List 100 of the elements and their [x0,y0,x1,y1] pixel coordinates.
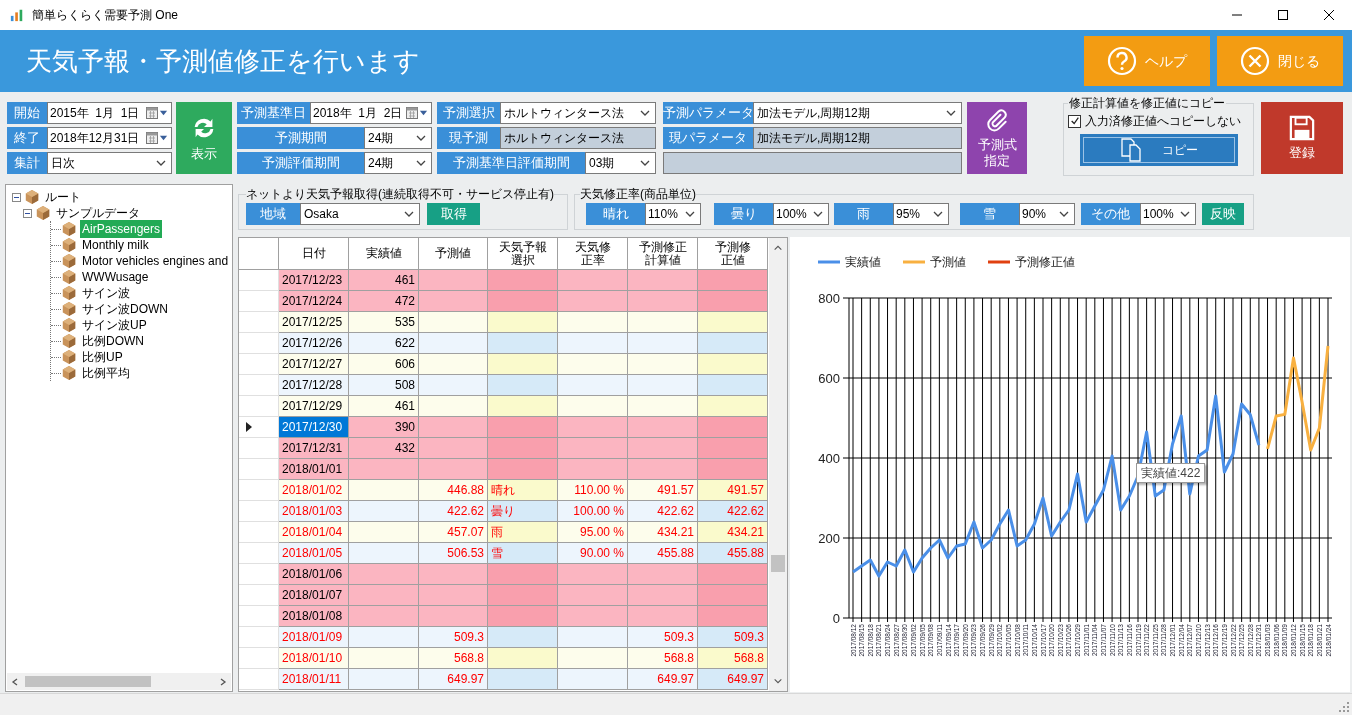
table-cell[interactable]: 2018/01/11 [279,669,349,690]
dropdown[interactable]: 90% [1019,203,1075,225]
field-label: 現パラメータ [663,127,753,149]
tree-item[interactable]: サイン波UP [80,316,149,334]
table-cell[interactable]: 2017/12/28 [279,375,349,396]
table-cell[interactable]: 2017/12/29 [279,396,349,417]
horizontal-scrollbar[interactable] [7,673,231,690]
checkbox-label: 入力済修正値へコピーしない [1085,113,1241,130]
dropdown[interactable]: 日次 [47,152,172,174]
dropdown[interactable]: ホルトウィンタース法 [500,102,656,124]
table-cell: 509.3 [698,627,768,648]
table-cell [628,417,698,438]
tree-item[interactable]: Motor vehicles engines and [80,252,231,270]
scroll-up-icon[interactable] [773,243,783,253]
table-cell[interactable]: 2017/12/23 [279,270,349,291]
scrollbar-thumb[interactable] [771,555,785,572]
table-cell[interactable]: 2018/01/05 [279,543,349,564]
table-cell[interactable]: 2018/01/07 [279,585,349,606]
table-cell [628,564,698,585]
table-cell[interactable]: 2018/01/01 [279,459,349,480]
table-cell [419,564,488,585]
field-label: その他 [1081,203,1140,225]
dropdown[interactable]: 24期 [364,152,432,174]
table-cell[interactable]: 2017/12/25 [279,312,349,333]
legend-label: 予測値 [930,255,966,269]
tree-item[interactable]: サンプルデータ [54,204,142,222]
axis-label: 400 [818,451,840,466]
vertical-scrollbar[interactable] [769,238,787,691]
table-cell [419,354,488,375]
table-cell[interactable]: 2017/12/26 [279,333,349,354]
date-picker[interactable]: 2018年 1月 2日 [310,102,432,124]
table-cell[interactable]: 2018/01/06 [279,564,349,585]
legend-label: 実績値 [845,255,881,269]
table-cell [628,396,698,417]
table-cell [628,312,698,333]
table-cell[interactable]: 2018/01/03 [279,501,349,522]
checkbox[interactable] [1068,114,1081,128]
table-cell: 390 [349,417,419,438]
maximize-icon[interactable] [1278,10,1288,20]
dropdown[interactable]: 100% [773,203,829,225]
scrollbar-thumb[interactable] [25,676,151,687]
table-cell[interactable]: 2017/12/24 [279,291,349,312]
save-button[interactable]: 登録 [1261,102,1343,174]
field-label: 予測期間 [237,127,364,149]
calendar-icon [146,107,158,119]
collapse-icon[interactable] [12,192,21,202]
field-label: 雪 [960,203,1019,225]
column-header[interactable]: 実績値 [365,247,402,260]
dropdown[interactable]: 100% [1140,203,1196,225]
box-icon [61,269,77,285]
table-cell[interactable]: 2017/12/30 [279,417,349,438]
table-cell [698,564,768,585]
resize-grip-icon[interactable] [1338,701,1350,713]
tree-item[interactable]: WWWusage [80,268,151,286]
tree-item[interactable]: サイン波DOWN [80,300,170,318]
tree-item[interactable]: サイン波 [80,284,132,302]
tree-item[interactable]: ルート [43,188,83,206]
table-cell [419,333,488,354]
table-cell: 422.62 [698,501,768,522]
copy-icon [1119,138,1142,162]
column-header[interactable]: 予測修正値 [714,240,751,267]
table-cell[interactable]: 2018/01/10 [279,648,349,669]
table-cell[interactable]: 2018/01/02 [279,480,349,501]
table-cell [558,606,628,627]
table-cell [558,291,628,312]
window-title: 簡単らくらく需要予測 One [32,7,178,24]
field-label: 地域 [246,203,300,225]
date-picker[interactable]: 2015年 1月 1日 [47,102,172,124]
table-cell[interactable]: 2017/12/31 [279,438,349,459]
scroll-down-icon[interactable] [773,676,783,686]
date-picker[interactable]: 2018年12月31日 [47,127,172,149]
column-header[interactable]: 天気予報選択 [498,240,547,267]
tree-item[interactable]: 比例UP [80,348,125,366]
table-cell[interactable]: 2018/01/09 [279,627,349,648]
dropdown[interactable]: 加法モデル,周期12期 [753,102,962,124]
field-label: 予測基準日評価期間 [437,152,585,174]
dropdown[interactable]: 110% [645,203,701,225]
tree-item[interactable]: Monthly milk [80,236,151,254]
dropdown[interactable]: 95% [893,203,949,225]
copy-button[interactable]: コピー [1079,134,1238,166]
dropdown[interactable]: 24期 [364,127,432,149]
column-header[interactable]: 日付 [301,247,326,260]
column-header[interactable]: 予測値 [435,247,471,260]
table-cell[interactable]: 2018/01/08 [279,606,349,627]
close-icon[interactable] [1324,10,1334,20]
collapse-icon[interactable] [23,208,32,218]
table-cell[interactable]: 2018/01/04 [279,522,349,543]
table-cell [488,354,558,375]
dropdown[interactable]: 03期 [585,152,656,174]
dropdown[interactable]: Osaka [300,203,420,225]
readonly-field: 加法モデル,周期12期 [753,127,962,149]
table-cell[interactable]: 2017/12/27 [279,354,349,375]
table-cell [558,585,628,606]
tree-item[interactable]: 比例平均 [80,364,132,382]
table-cell: 457.07 [419,522,488,543]
formula-button[interactable]: 予測式指定 [967,102,1027,174]
tree-item[interactable]: 比例DOWN [80,332,146,350]
table-cell: 422.62 [419,501,488,522]
column-header[interactable]: 天気修正率 [574,240,611,267]
table-cell [488,438,558,459]
